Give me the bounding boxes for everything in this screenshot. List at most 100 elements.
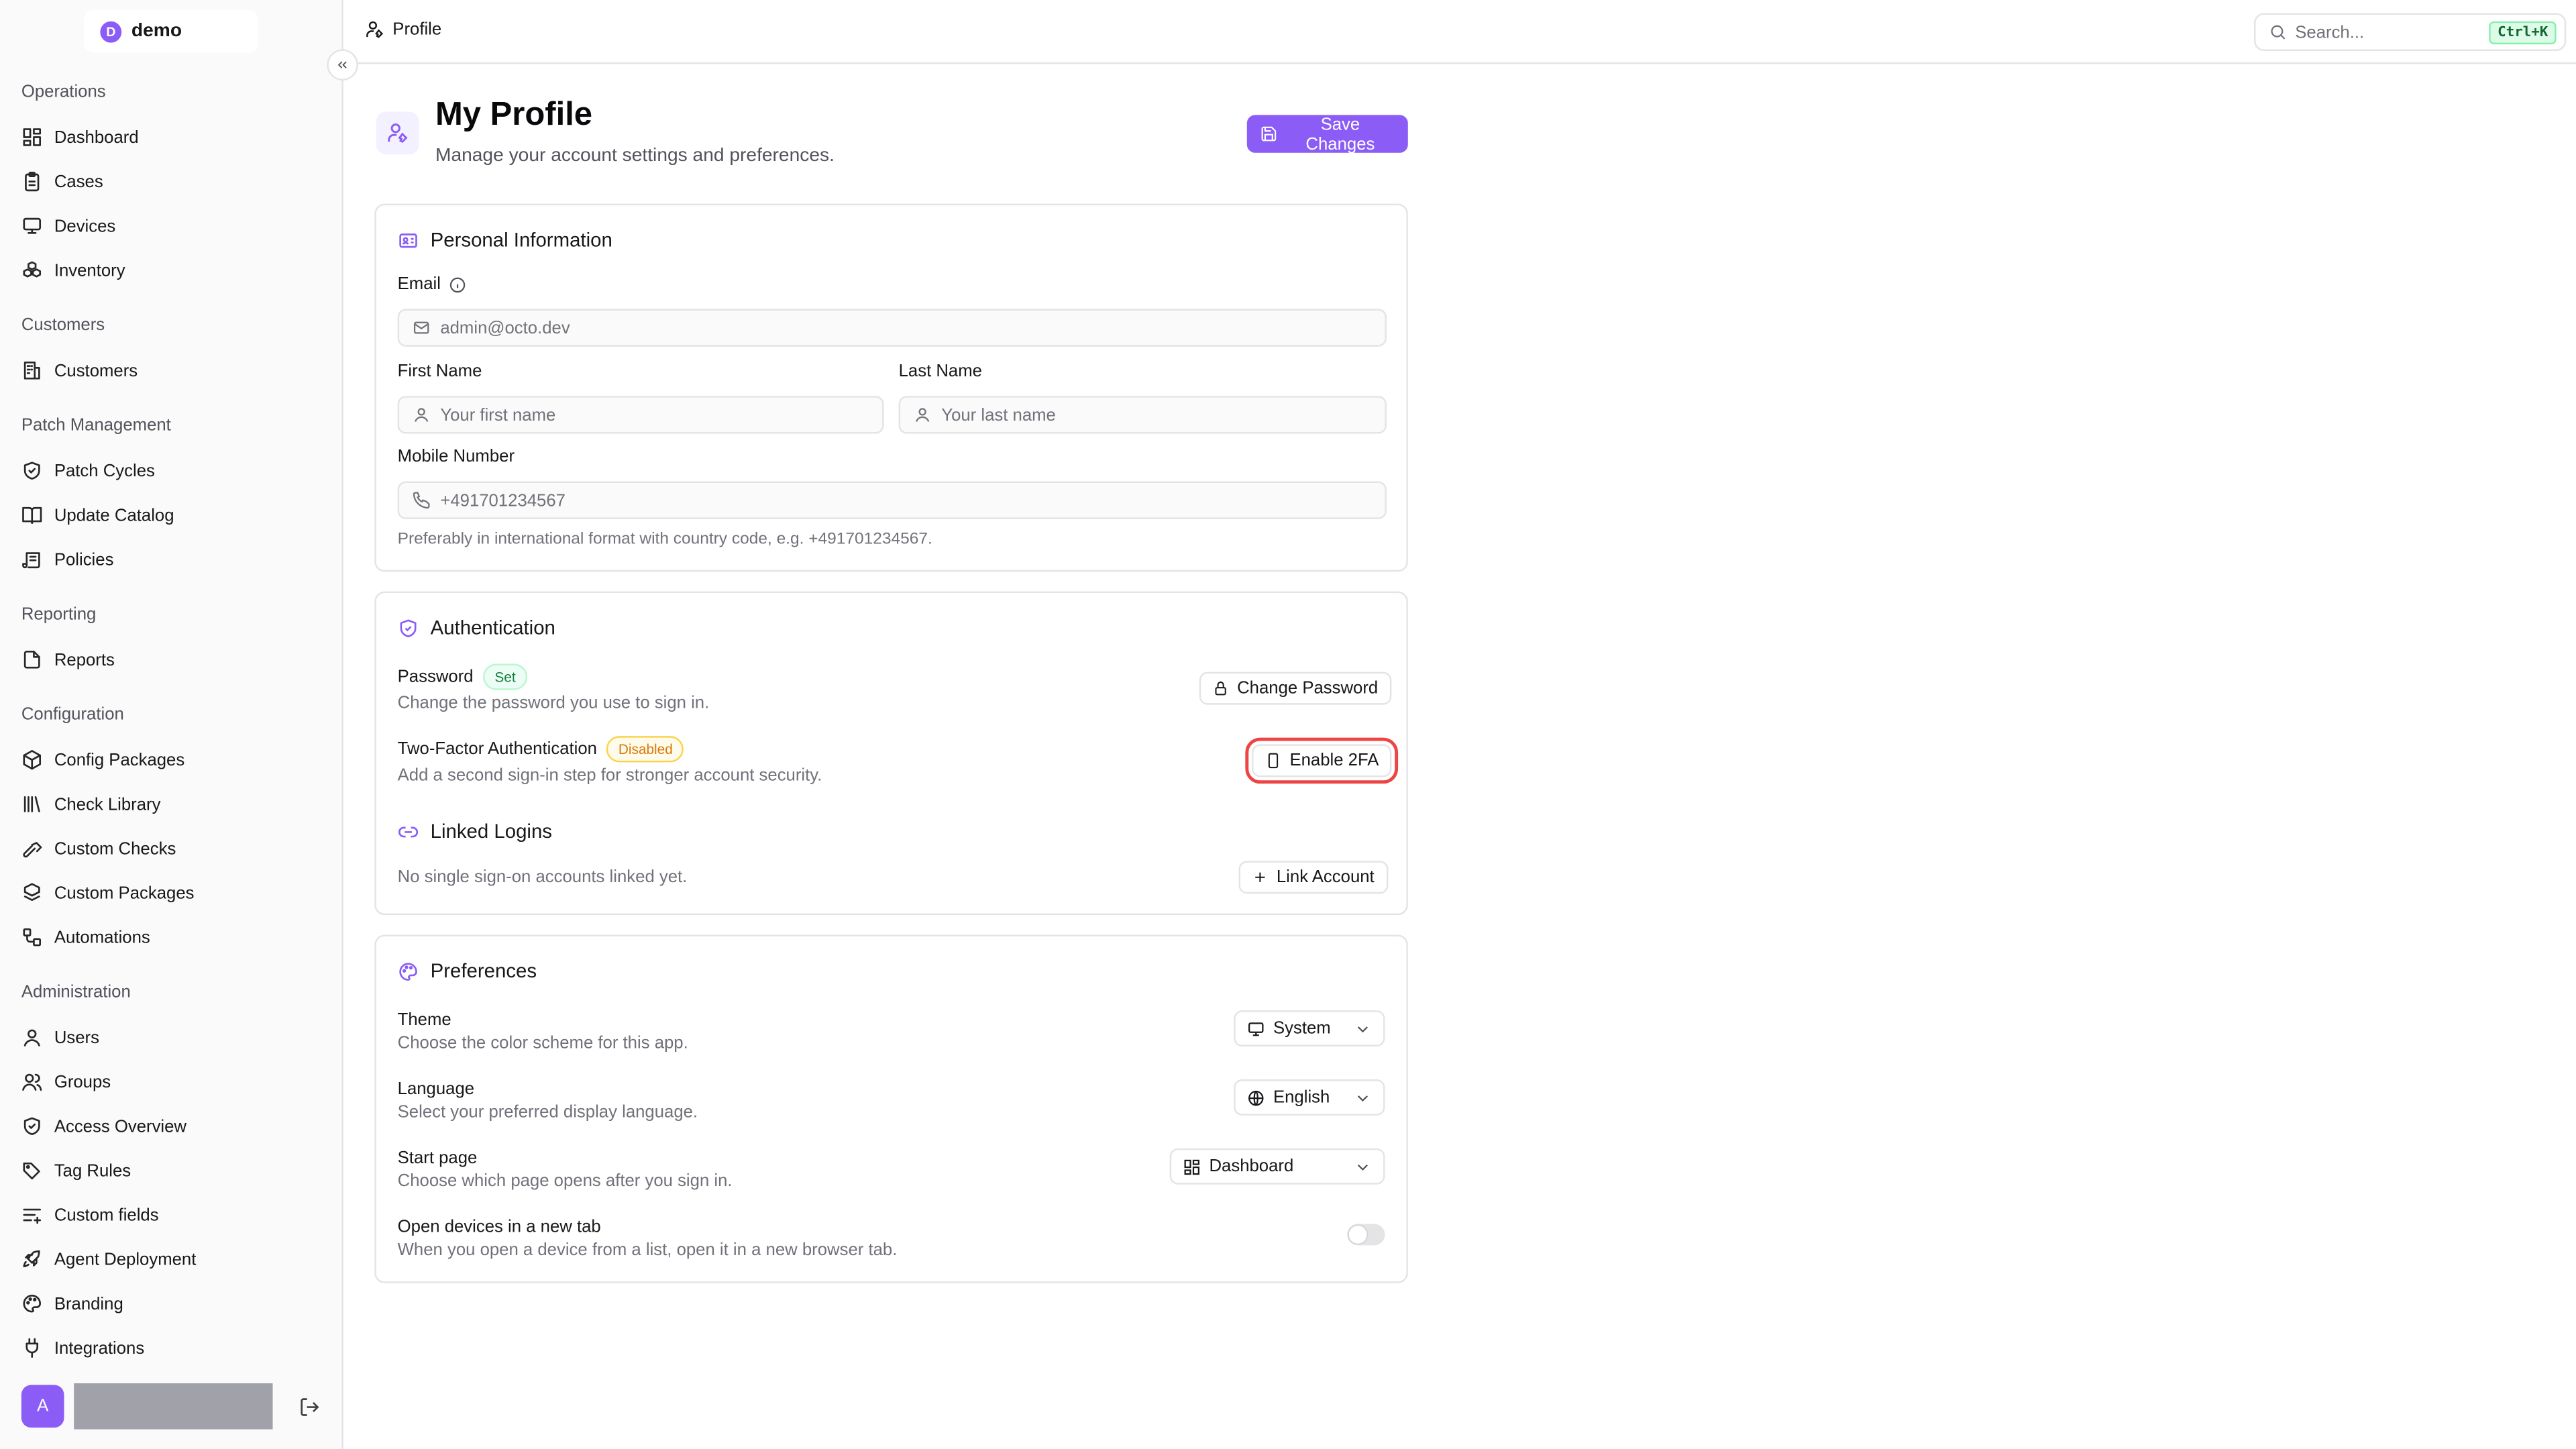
sidebar-section-title: Reporting	[21, 604, 97, 625]
sidebar-item-users[interactable]: Users	[0, 1015, 341, 1059]
language-desc: Select your preferred display language.	[397, 1102, 698, 1122]
sidebar-item-label: Inventory	[54, 260, 125, 280]
personal-info-title: Personal Information	[398, 228, 612, 252]
chevron-down-icon	[1357, 1163, 1368, 1170]
collapse-sidebar-button[interactable]	[327, 49, 358, 81]
lock-icon	[1215, 681, 1226, 696]
palette-icon	[399, 962, 417, 980]
package-icon	[23, 750, 42, 770]
info-icon[interactable]	[449, 275, 467, 293]
email-value: admin@octo.dev	[440, 317, 570, 338]
mobile-hint: Preferably in international format with …	[397, 531, 932, 549]
user-icon	[23, 1029, 40, 1046]
library-icon	[23, 796, 40, 812]
shield-check-icon	[23, 1117, 40, 1136]
preferences-title: Preferences	[398, 959, 537, 983]
profile-icon	[376, 111, 419, 155]
avatar[interactable]: A	[21, 1385, 64, 1428]
password-row-title: Password Set	[398, 663, 527, 690]
sidebar-item-custom-packages[interactable]: Custom Packages	[0, 871, 341, 915]
chevrons-left-icon	[337, 61, 347, 68]
authentication-heading: Authentication	[430, 616, 555, 639]
sidebar-item-label: Branding	[54, 1293, 123, 1313]
sidebar-item-access-overview[interactable]: Access Overview	[0, 1104, 341, 1148]
sidebar-item-patch-cycles[interactable]: Patch Cycles	[0, 449, 341, 493]
sidebar-section-gap	[0, 292, 341, 303]
sidebar-item-tag-rules[interactable]: Tag Rules	[0, 1148, 341, 1193]
preferences-card: Preferences Theme Choose the color schem…	[374, 934, 1408, 1283]
change-password-button[interactable]: Change Password	[1199, 672, 1391, 705]
sidebar-item-branding[interactable]: Branding	[0, 1281, 341, 1326]
monitor-icon	[23, 217, 42, 234]
last-name-field[interactable]: Your last name	[898, 396, 1387, 434]
logout-button[interactable]	[296, 1393, 322, 1419]
breadcrumb-profile[interactable]: Profile	[392, 19, 441, 39]
sidebar-section-title: Customers	[21, 315, 105, 335]
linked-logins-desc: No single sign-on accounts linked yet.	[397, 867, 688, 888]
search-input[interactable]: Search... Ctrl+K	[2254, 13, 2567, 51]
sidebar-item-label: Check Library	[54, 794, 161, 814]
mobile-placeholder: +491701234567	[440, 490, 566, 511]
sidebar-section-gap	[0, 959, 341, 969]
sidebar-item-label: Custom Checks	[54, 839, 176, 859]
sidebar-item-custom-checks[interactable]: Custom Checks	[0, 826, 341, 871]
language-label: Language	[397, 1079, 475, 1099]
search-shortcut: Ctrl+K	[2489, 20, 2557, 44]
sidebar-item-label: Custom Packages	[54, 883, 195, 903]
tags-icon	[23, 1162, 40, 1180]
search-placeholder: Search...	[2295, 22, 2365, 42]
sidebar-item-dashboard[interactable]: Dashboard	[0, 115, 341, 159]
sidebar-item-reports[interactable]: Reports	[0, 637, 341, 682]
sidebar-item-agent-deployment[interactable]: Agent Deployment	[0, 1237, 341, 1281]
sidebar-item-groups[interactable]: Groups	[0, 1060, 341, 1104]
topbar: Profile Search... Ctrl+K	[343, 0, 2576, 64]
sidebar-item-devices[interactable]: Devices	[0, 204, 341, 248]
tfa-desc: Add a second sign-in step for stronger a…	[397, 765, 822, 786]
start-page-select[interactable]: Dashboard	[1169, 1148, 1385, 1185]
sidebar-item-customers[interactable]: Customers	[0, 348, 341, 392]
chevron-down-icon	[1357, 1025, 1368, 1032]
sidebar-item-label: Custom fields	[54, 1205, 159, 1225]
palette-icon	[23, 1295, 42, 1313]
file-icon	[23, 651, 40, 669]
enable-2fa-button[interactable]: Enable 2FA	[1245, 737, 1399, 784]
sidebar-item-automations[interactable]: Automations	[0, 915, 341, 959]
search-icon	[2271, 25, 2286, 40]
dashboard-icon	[23, 128, 42, 146]
brand-switcher[interactable]: D demo	[83, 9, 258, 53]
new-tab-desc: When you open a device from a list, open…	[397, 1240, 898, 1260]
save-changes-button[interactable]: Save Changes	[1246, 114, 1408, 154]
mobile-field[interactable]: +491701234567	[397, 481, 1387, 519]
email-field[interactable]: admin@octo.dev	[397, 309, 1387, 347]
sidebar-item-label: Policies	[54, 549, 114, 570]
sidebar-section-title: Administration	[21, 982, 131, 1002]
sidebar-item-config-packages[interactable]: Config Packages	[0, 738, 341, 782]
sidebar-item-integrations[interactable]: Integrations	[0, 1326, 341, 1366]
sidebar-item-label: Tag Rules	[54, 1161, 131, 1181]
sidebar-item-label: Users	[54, 1027, 99, 1048]
sidebar-item-custom-fields[interactable]: Custom fields	[0, 1193, 341, 1237]
password-label: Password	[397, 667, 474, 687]
language-value: English	[1273, 1087, 1330, 1108]
theme-select[interactable]: System	[1234, 1010, 1385, 1047]
sidebar-nav: Operations Dashboard Cases Devices Inventory…	[0, 69, 341, 1367]
main-content: My Profile Manage your account settings …	[374, 64, 1408, 1283]
link-account-button[interactable]: Link Account	[1238, 861, 1388, 894]
new-tab-toggle[interactable]	[1347, 1224, 1385, 1246]
sidebar-item-inventory[interactable]: Inventory	[0, 248, 341, 292]
first-name-field[interactable]: Your first name	[397, 396, 884, 434]
sidebar-section-title: Operations	[21, 82, 106, 102]
sidebar: D demo Operations Dashboard Cases Devices In…	[0, 0, 358, 1449]
user-pen-icon	[366, 21, 384, 38]
sidebar-item-cases[interactable]: Cases	[0, 160, 341, 204]
sidebar-item-policies[interactable]: Policies	[0, 537, 341, 582]
personal-info-card: Personal Information Email admin@octo.de…	[374, 203, 1408, 572]
sidebar-item-check-library[interactable]: Check Library	[0, 782, 341, 826]
mobile-label: Mobile Number	[397, 447, 515, 467]
sidebar-item-update-catalog[interactable]: Update Catalog	[0, 493, 341, 537]
last-name-label: Last Name	[898, 361, 982, 382]
start-page-label: Start page	[397, 1148, 478, 1169]
language-select[interactable]: English	[1234, 1079, 1385, 1116]
sidebar-item-label: Integrations	[54, 1338, 145, 1358]
authentication-title: Authentication	[398, 616, 555, 639]
